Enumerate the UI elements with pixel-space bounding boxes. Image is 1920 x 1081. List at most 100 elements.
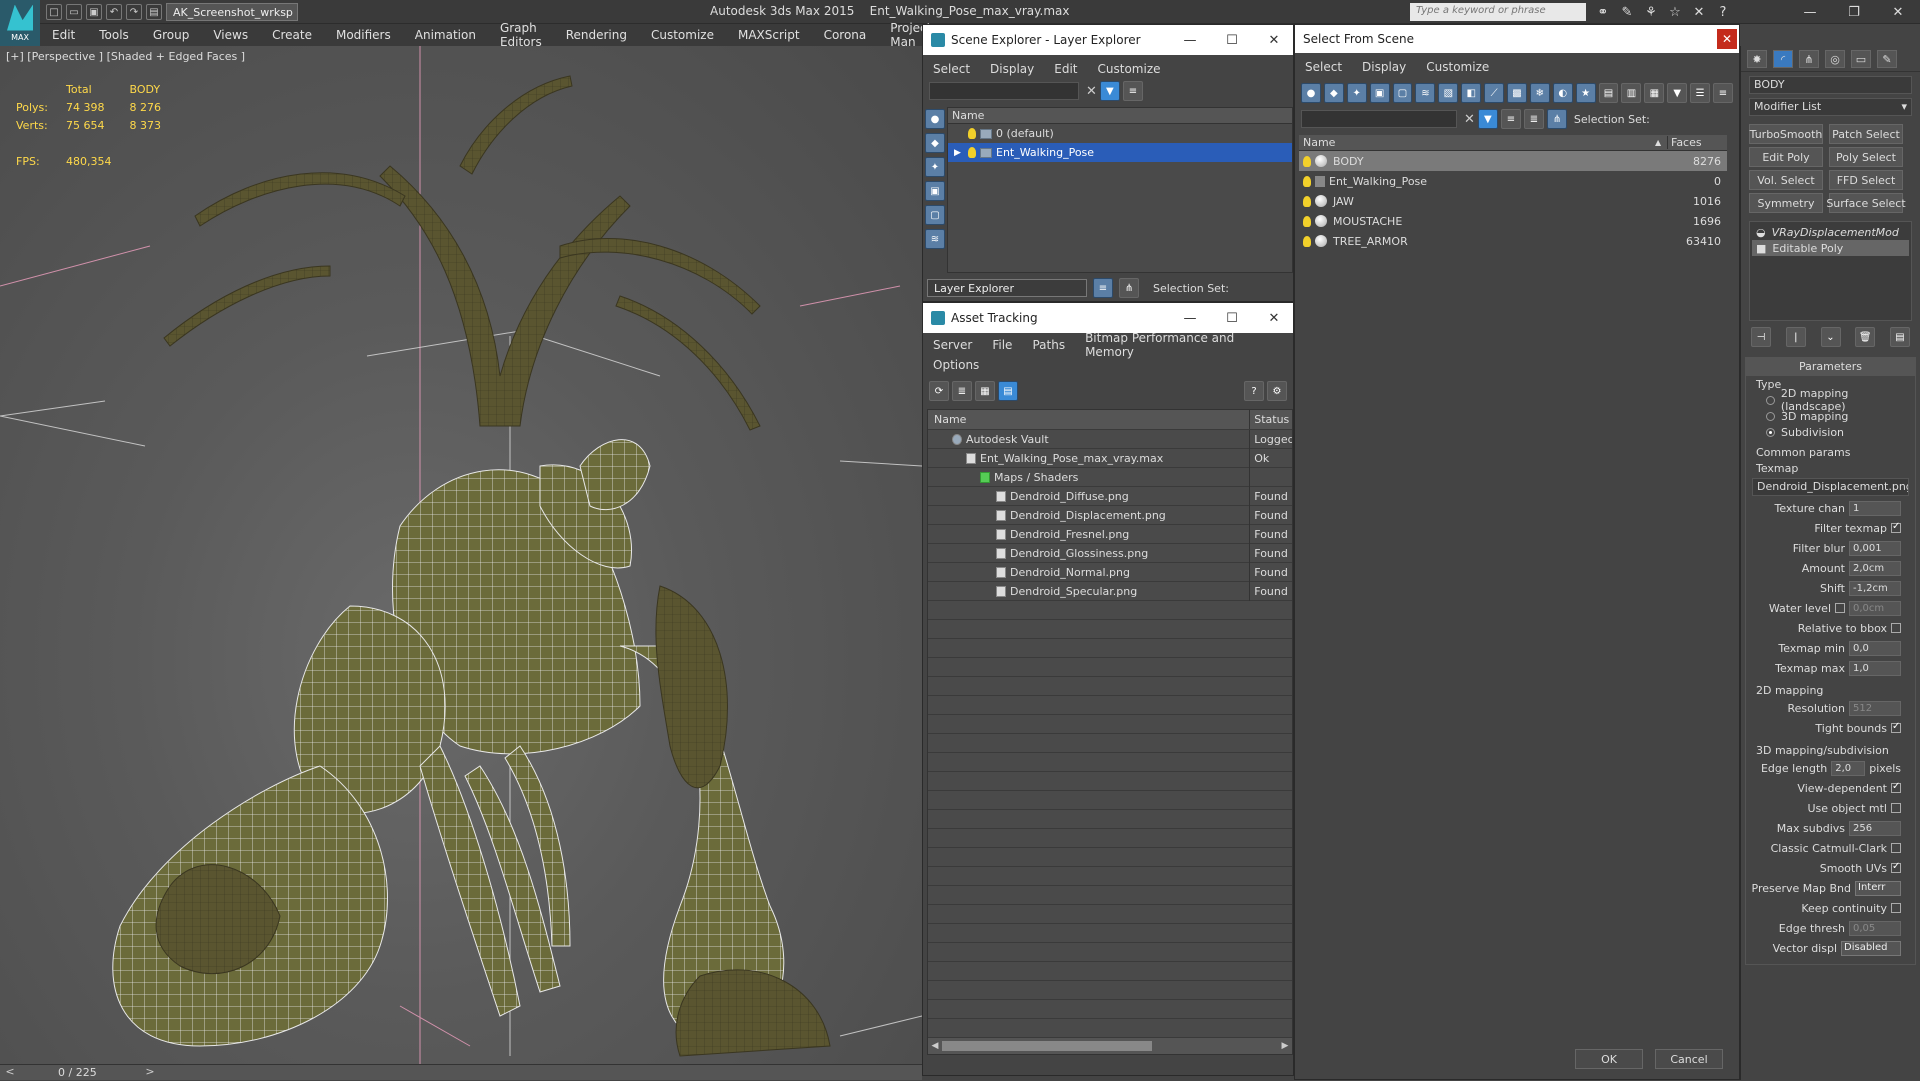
at-menu-server[interactable]: Server xyxy=(923,338,982,352)
sfs-menu-customize[interactable]: Customize xyxy=(1416,60,1499,74)
edge-length-spinner[interactable]: 2,0 xyxy=(1831,760,1866,776)
object-name-field[interactable]: BODY xyxy=(1749,76,1912,94)
display-all-icon[interactable]: ▤ xyxy=(1598,83,1619,103)
se-menu-select[interactable]: Select xyxy=(923,62,980,76)
filter-icon[interactable]: ▼ xyxy=(1477,109,1498,129)
hierarchy-tab-icon[interactable]: ⋔ xyxy=(1799,50,1819,68)
layers-toggle-icon[interactable]: ≡ xyxy=(1093,278,1113,298)
close-icon[interactable]: ✕ xyxy=(1717,29,1737,49)
layers-icon[interactable]: ≣ xyxy=(1523,109,1544,129)
geometry-filter-icon[interactable]: ● xyxy=(1301,83,1321,103)
close-icon[interactable]: ✕ xyxy=(1876,0,1920,24)
modifier-list-dropdown[interactable]: Modifier List ▾ xyxy=(1749,98,1912,116)
display-none-icon[interactable]: ▥ xyxy=(1621,83,1642,103)
lightbulb-icon[interactable] xyxy=(968,147,976,158)
stack-item[interactable]: ◒ VRayDisplacementMod xyxy=(1752,224,1909,240)
texmap-max-spinner[interactable]: 1,0 xyxy=(1849,660,1901,676)
favorites-star-icon[interactable]: ☆ xyxy=(1666,3,1684,21)
menu-create[interactable]: Create xyxy=(260,28,324,42)
clear-search-icon[interactable]: ✕ xyxy=(1464,112,1475,127)
time-next-icon[interactable]: > xyxy=(140,1065,160,1081)
undo-icon[interactable]: ↶ xyxy=(106,4,122,20)
refresh-icon[interactable]: ⟳ xyxy=(929,381,949,401)
at-menu-options[interactable]: Options xyxy=(923,358,989,372)
menu-customize[interactable]: Customize xyxy=(639,28,726,42)
app-logo[interactable]: MAX xyxy=(0,0,40,46)
menu-group[interactable]: Group xyxy=(141,28,202,42)
configure-modifier-sets-icon[interactable]: ▤ xyxy=(1890,327,1910,347)
hierarchy-icon[interactable]: ⋔ xyxy=(1546,109,1567,129)
resolution-spinner[interactable]: 512 xyxy=(1849,700,1901,716)
edge-thresh-spinner[interactable]: 0,05 xyxy=(1849,920,1901,936)
search-input[interactable]: Type a keyword or phrase xyxy=(1410,3,1586,21)
scroll-right-icon[interactable]: ▶ xyxy=(1278,1041,1292,1051)
poly-select-button[interactable]: Poly Select xyxy=(1829,147,1903,167)
groups-filter-icon[interactable]: ▧ xyxy=(1438,83,1459,103)
scene-explorer-titlebar[interactable]: Scene Explorer - Layer Explorer — ☐ ✕ xyxy=(923,25,1293,55)
column-header-status[interactable]: Status xyxy=(1250,413,1292,426)
modify-tab-icon[interactable]: ◜ xyxy=(1773,50,1793,68)
layer-row[interactable]: 0 (default) xyxy=(948,124,1292,143)
lightbulb-icon[interactable] xyxy=(1303,215,1311,227)
cameras-filter-icon[interactable]: ▣ xyxy=(925,181,945,201)
at-menu-bitmap[interactable]: Bitmap Performance and Memory xyxy=(1075,331,1293,359)
use-object-mtl-checkbox[interactable] xyxy=(1891,803,1901,813)
menu-views[interactable]: Views xyxy=(201,28,260,42)
se-menu-edit[interactable]: Edit xyxy=(1044,62,1087,76)
new-file-icon[interactable]: □ xyxy=(46,4,62,20)
layer-row-selected[interactable]: ▶ Ent_Walking_Pose xyxy=(948,143,1292,162)
smooth-uvs-checkbox[interactable] xyxy=(1891,861,1901,873)
vol-select-button[interactable]: Vol. Select xyxy=(1749,170,1823,190)
thumbnail-view-icon[interactable]: ▦ xyxy=(975,381,995,401)
time-slider[interactable]: < 0 / 225 > xyxy=(0,1064,922,1080)
classic-catmull-checkbox[interactable] xyxy=(1891,843,1901,853)
asset-row[interactable]: Dendroid_Displacement.png Found xyxy=(928,505,1292,525)
frozen-filter-icon[interactable]: ❄ xyxy=(1529,83,1550,103)
ok-button[interactable]: OK xyxy=(1575,1049,1643,1069)
menu-animation[interactable]: Animation xyxy=(403,28,488,42)
asset-row[interactable]: Dendroid_Diffuse.png Found xyxy=(928,486,1292,506)
menu-modifiers[interactable]: Modifiers xyxy=(324,28,403,42)
asset-row[interactable]: Ent_Walking_Pose_max_vray.max Ok xyxy=(928,448,1292,468)
lightbulb-icon[interactable] xyxy=(1303,155,1311,167)
time-prev-icon[interactable]: < xyxy=(0,1065,20,1081)
bones-filter-icon[interactable]: ⟋ xyxy=(1484,83,1505,103)
column-header-name[interactable]: Name xyxy=(928,410,1251,429)
project-folder-icon[interactable]: ▤ xyxy=(146,4,162,20)
xrefs-filter-icon[interactable]: ◧ xyxy=(1461,83,1482,103)
binoculars-icon[interactable]: ⚭ xyxy=(1594,3,1612,21)
close-icon[interactable]: ✕ xyxy=(1253,25,1295,55)
show-end-result-icon[interactable]: | xyxy=(1785,327,1806,347)
settings-icon[interactable]: ⚙ xyxy=(1267,381,1287,401)
tight-bounds-checkbox[interactable] xyxy=(1891,721,1901,733)
type-subdivision-radio[interactable]: Subdivision xyxy=(1746,424,1915,440)
water-level-spinner[interactable]: 0,0cm xyxy=(1849,600,1901,616)
sort-arrow-icon[interactable]: ▲ xyxy=(1655,138,1667,147)
menu-corona[interactable]: Corona xyxy=(812,28,879,42)
menu-rendering[interactable]: Rendering xyxy=(554,28,639,42)
sort-icon[interactable]: ≡ xyxy=(1500,109,1521,129)
texmap-button[interactable]: Dendroid_Displacement.png) xyxy=(1752,478,1909,496)
view-dependent-checkbox[interactable] xyxy=(1891,781,1901,793)
menu-tools[interactable]: Tools xyxy=(87,28,141,42)
asset-tracking-titlebar[interactable]: Asset Tracking — ☐ ✕ xyxy=(923,303,1293,333)
lightbulb-icon[interactable] xyxy=(968,128,976,139)
tools-icon[interactable]: ✎ xyxy=(1618,3,1636,21)
shapes-filter-icon[interactable]: ◆ xyxy=(1323,83,1344,103)
lights-filter-icon[interactable]: ✦ xyxy=(925,157,945,177)
cameras-filter-icon[interactable]: ▣ xyxy=(1369,83,1390,103)
symmetry-button[interactable]: Symmetry xyxy=(1749,193,1823,213)
exchange-icon[interactable]: ✕ xyxy=(1690,3,1708,21)
asset-row[interactable]: Dendroid_Normal.png Found xyxy=(928,562,1292,582)
help-icon[interactable]: ? xyxy=(1244,381,1264,401)
se-search-input[interactable] xyxy=(929,82,1079,100)
close-icon[interactable]: ✕ xyxy=(1253,303,1295,333)
amount-spinner[interactable]: 2,0cm xyxy=(1849,560,1901,576)
keep-continuity-checkbox[interactable] xyxy=(1891,903,1901,913)
texture-chan-spinner[interactable]: 1 xyxy=(1849,500,1901,516)
lights-filter-icon[interactable]: ✦ xyxy=(1346,83,1367,103)
object-row[interactable]: MOUSTACHE 1696 xyxy=(1299,211,1727,231)
texmap-min-spinner[interactable]: 0,0 xyxy=(1849,640,1901,656)
preserve-map-dropdown[interactable]: Interr xyxy=(1855,880,1901,896)
viewport-label[interactable]: [+] [Perspective ] [Shaded + Edged Faces… xyxy=(6,50,245,63)
